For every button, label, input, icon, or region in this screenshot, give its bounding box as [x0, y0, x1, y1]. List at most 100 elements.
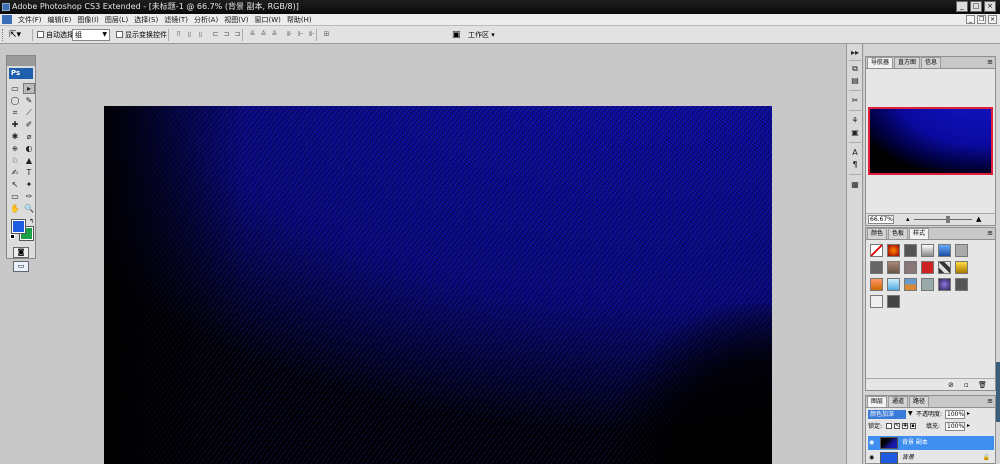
style-swatch[interactable]	[870, 295, 883, 308]
eye-icon[interactable]: ◉	[869, 454, 877, 462]
distribute-top-icon[interactable]: ≚	[248, 30, 257, 39]
zoom-out-icon[interactable]: ▴	[906, 215, 910, 223]
tab-swatches[interactable]: 色板	[888, 228, 909, 239]
style-swatch[interactable]	[938, 261, 951, 274]
menu-filter[interactable]: 滤镜(T)	[161, 15, 191, 25]
style-swatch[interactable]	[870, 278, 883, 291]
blend-mode-dropdown[interactable]: 颜色加深	[868, 410, 906, 419]
workspace-button[interactable]: 工作区 ▾	[468, 29, 495, 41]
crop-tool-icon[interactable]: ⌗	[9, 107, 21, 118]
tab-navigator[interactable]: 导航器	[867, 57, 894, 68]
actions-panel-icon[interactable]: ▤	[850, 76, 860, 86]
show-transform-checkbox[interactable]	[116, 31, 123, 38]
close-button[interactable]: ×	[984, 1, 996, 12]
tab-info[interactable]: 信息	[921, 57, 942, 68]
move-tool-preset-icon[interactable]: ⇱▾	[9, 29, 29, 41]
new-style-icon[interactable]: ▫	[964, 381, 969, 389]
style-swatch[interactable]	[955, 278, 968, 291]
align-vcenter-icon[interactable]: ⫫	[185, 30, 194, 39]
fill-slider-icon[interactable]: ▸	[967, 422, 970, 429]
gradient-tool-icon[interactable]: ◐	[23, 143, 35, 154]
style-swatch[interactable]	[921, 278, 934, 291]
toolbox-grip[interactable]	[7, 56, 35, 66]
zoom-input[interactable]: 66.67%	[868, 215, 894, 224]
screen-mode-icon[interactable]: ▭	[13, 261, 29, 272]
eye-icon[interactable]: ◉	[869, 439, 877, 447]
tool-presets-icon[interactable]: ✂	[850, 96, 860, 106]
zoom-slider-track[interactable]	[914, 219, 972, 220]
history-panel-icon[interactable]: ⧉	[850, 64, 860, 74]
panel-menu-icon[interactable]: ≡	[987, 397, 993, 405]
eraser-tool-icon[interactable]: ⎈	[9, 143, 21, 154]
lock-position-icon[interactable]: ✚	[902, 423, 908, 429]
fill-input[interactable]: 100%	[945, 422, 965, 431]
style-swatch[interactable]	[887, 244, 900, 257]
chevron-down-icon[interactable]: ▼	[908, 410, 913, 417]
opacity-slider-icon[interactable]: ▸	[967, 410, 970, 417]
layer-row[interactable]: ◉ 背景 副本	[868, 436, 994, 450]
lock-all-icon[interactable]: ▪	[910, 423, 916, 429]
menu-view[interactable]: 视图(V)	[221, 15, 251, 25]
menu-edit[interactable]: 编辑(E)	[45, 15, 75, 25]
foreground-color-swatch[interactable]	[11, 219, 26, 234]
doc-minimize-icon[interactable]: _	[966, 15, 975, 24]
zoom-slider-handle[interactable]	[946, 216, 950, 223]
lock-pixels-icon[interactable]: ✎	[894, 423, 900, 429]
zoom-tool-icon[interactable]: 🔍	[23, 203, 35, 214]
dodge-tool-icon[interactable]: ▲	[23, 155, 35, 166]
style-swatch[interactable]	[921, 261, 934, 274]
menu-select[interactable]: 选择(S)	[131, 15, 161, 25]
tab-histogram[interactable]: 直方图	[894, 57, 921, 68]
style-swatch[interactable]	[938, 244, 951, 257]
brush-tool-icon[interactable]: ✐	[23, 119, 35, 130]
marquee-tool-icon[interactable]: ▭	[9, 83, 21, 94]
blur-tool-icon[interactable]: ♘	[9, 155, 21, 166]
style-swatch[interactable]	[904, 261, 917, 274]
align-bottom-icon[interactable]: ⫫	[196, 30, 205, 39]
tab-styles[interactable]: 样式	[909, 228, 930, 239]
default-colors-icon[interactable]	[10, 234, 15, 239]
align-right-icon[interactable]: ⊐	[233, 30, 242, 39]
tab-color[interactable]: 颜色	[867, 228, 888, 239]
paragraph-panel-icon[interactable]: ¶	[850, 160, 860, 170]
minimize-button[interactable]: _	[956, 1, 968, 12]
lock-transparency-icon[interactable]	[886, 423, 892, 429]
distribute-right-icon[interactable]: ⊪	[307, 30, 316, 39]
zoom-in-icon[interactable]: ▲	[976, 215, 981, 223]
auto-select-dropdown[interactable]: 组 ▼	[72, 29, 110, 41]
doc-restore-icon[interactable]: ❐	[977, 15, 986, 24]
panel-scrollbar[interactable]	[996, 362, 1000, 422]
distribute-bottom-icon[interactable]: ≚	[270, 30, 279, 39]
style-swatch[interactable]	[955, 261, 968, 274]
menu-image[interactable]: 图像(I)	[74, 15, 102, 25]
clone-stamp-tool-icon[interactable]: ✱	[9, 131, 21, 142]
layer-comps-icon[interactable]: ▦	[850, 180, 860, 190]
type-tool-icon[interactable]: T	[23, 167, 35, 178]
distribute-left-icon[interactable]: ⊪	[285, 30, 294, 39]
navigator-thumbnail[interactable]	[868, 107, 993, 175]
style-swatch[interactable]	[870, 261, 883, 274]
panel-menu-icon[interactable]: ≡	[987, 229, 993, 237]
quick-mask-icon[interactable]: ◙	[13, 247, 29, 258]
brushes-panel-icon[interactable]: ⚘	[850, 116, 860, 126]
style-swatch[interactable]	[887, 295, 900, 308]
align-top-icon[interactable]: ⫪	[174, 30, 183, 39]
eyedropper-tool-icon[interactable]: ✑	[23, 191, 35, 202]
delete-style-icon[interactable]: 🗑	[978, 381, 987, 389]
path-selection-tool-icon[interactable]: ↖	[9, 179, 21, 190]
move-tool-icon[interactable]: ▸	[23, 83, 35, 94]
layer-row[interactable]: ◉ 背景 🔒	[868, 451, 994, 464]
style-swatch[interactable]	[887, 261, 900, 274]
workspace-icon[interactable]: ▣	[452, 29, 464, 41]
clone-source-icon[interactable]: ▣	[850, 128, 860, 138]
auto-align-layers-icon[interactable]: ⊞	[322, 30, 331, 39]
panel-menu-icon[interactable]: ≡	[987, 58, 993, 66]
healing-brush-tool-icon[interactable]: ✚	[9, 119, 21, 130]
style-swatch[interactable]	[938, 278, 951, 291]
ps-logo[interactable]: Ps	[9, 68, 33, 79]
hand-tool-icon[interactable]: ✋	[9, 203, 21, 214]
swap-colors-icon[interactable]: ↰	[29, 218, 34, 225]
style-swatch[interactable]	[870, 244, 883, 257]
notes-tool-icon[interactable]: ▭	[9, 191, 21, 202]
tab-layers[interactable]: 图层	[867, 396, 888, 407]
